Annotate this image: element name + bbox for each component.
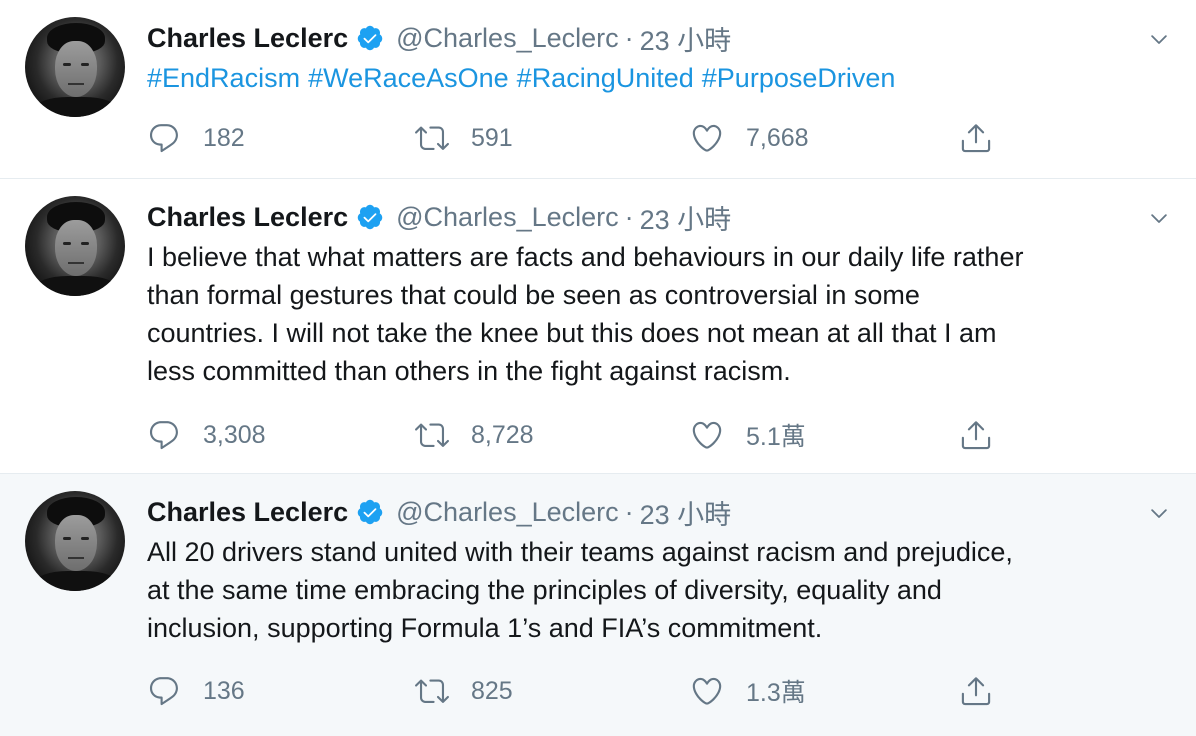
- tweet-text: All 20 drivers stand united with their t…: [147, 533, 1167, 647]
- hashtag-link[interactable]: #EndRacism: [147, 63, 300, 93]
- avatar-mouth: [68, 557, 84, 559]
- verified-badge-icon: [356, 498, 384, 526]
- share-button[interactable]: [959, 671, 993, 711]
- tweet-actions: 136 825 1.3萬: [147, 671, 1007, 711]
- tweet-text-line: less committed than others in the fight …: [147, 356, 791, 386]
- chevron-down-icon[interactable]: [1148, 207, 1170, 229]
- avatar-eye: [81, 537, 89, 540]
- like-count: 1.3萬: [746, 679, 806, 707]
- tweet-text: #EndRacism #WeRaceAsOne #RacingUnited #Purp…: [147, 59, 1167, 97]
- retweet-button[interactable]: 8,728: [415, 415, 534, 455]
- separator: ·: [624, 496, 634, 527]
- comment-bubble-icon: [147, 418, 181, 452]
- author-name[interactable]: Charles Leclerc: [147, 23, 348, 54]
- retweet-count: 591: [471, 123, 513, 152]
- like-button[interactable]: 7,668: [690, 118, 809, 158]
- avatar-face: [55, 220, 97, 276]
- tweet-card[interactable]: Charles Leclerc @Charles_Leclerc · 23 小時…: [0, 179, 1196, 474]
- retweet-arrows-icon: [415, 674, 449, 708]
- reply-count: 182: [203, 123, 245, 152]
- heart-outline-icon: [690, 121, 724, 155]
- share-button[interactable]: [959, 415, 993, 455]
- avatar-eye: [81, 242, 89, 245]
- tweet-text-line: countries. I will not take the knee but …: [147, 318, 997, 348]
- verified-badge-icon: [356, 203, 384, 231]
- author-name[interactable]: Charles Leclerc: [147, 497, 348, 528]
- avatar-face: [55, 515, 97, 571]
- reply-button[interactable]: 136: [147, 671, 245, 711]
- reply-count: 136: [203, 676, 245, 705]
- hashtag-link[interactable]: #PurposeDriven: [702, 63, 896, 93]
- comment-bubble-icon: [147, 121, 181, 155]
- chevron-down-icon[interactable]: [1148, 28, 1170, 50]
- avatar-shoulders: [35, 276, 117, 296]
- retweet-arrows-icon: [415, 418, 449, 452]
- like-button[interactable]: 1.3萬: [690, 671, 806, 711]
- tweet-timestamp[interactable]: 23 小時: [640, 493, 732, 532]
- like-count: 7,668: [746, 123, 809, 152]
- tweet-header: Charles Leclerc @Charles_Leclerc · 23 小時: [147, 199, 731, 235]
- author-handle[interactable]: @Charles_Leclerc: [396, 497, 619, 528]
- like-button[interactable]: 5.1萬: [690, 415, 806, 455]
- tweet-timestamp[interactable]: 23 小時: [640, 19, 732, 58]
- retweet-count: 8,728: [471, 420, 534, 449]
- share-upload-icon: [959, 121, 993, 155]
- tweet-header: Charles Leclerc @Charles_Leclerc · 23 小時: [147, 494, 731, 530]
- retweet-count: 825: [471, 676, 513, 705]
- like-count: 5.1萬: [746, 423, 806, 451]
- author-name[interactable]: Charles Leclerc: [147, 202, 348, 233]
- tweet-card[interactable]: Charles Leclerc @Charles_Leclerc · 23 小時…: [0, 474, 1196, 736]
- tweet-card[interactable]: Charles Leclerc @Charles_Leclerc · 23 小時…: [0, 0, 1196, 179]
- retweet-arrows-icon: [415, 121, 449, 155]
- tweet-header: Charles Leclerc @Charles_Leclerc · 23 小時: [147, 20, 731, 56]
- avatar[interactable]: [25, 491, 125, 591]
- tweet-text-line: at the same time embracing the principle…: [147, 575, 942, 605]
- tweet-actions: 182 591 7,668: [147, 118, 1007, 158]
- author-handle[interactable]: @Charles_Leclerc: [396, 202, 619, 233]
- avatar-eye: [81, 63, 89, 66]
- tweet-actions: 3,308 8,728 5.1萬: [147, 415, 1007, 455]
- heart-outline-icon: [690, 674, 724, 708]
- avatar-shoulders: [35, 571, 117, 591]
- hashtag-link[interactable]: #RacingUnited: [517, 63, 694, 93]
- avatar-eye: [63, 537, 71, 540]
- avatar[interactable]: [25, 196, 125, 296]
- avatar-mouth: [68, 83, 84, 85]
- separator: ·: [624, 201, 634, 232]
- avatar[interactable]: [25, 17, 125, 117]
- tweet-text-line: I believe that what matters are facts an…: [147, 242, 1024, 272]
- avatar-mouth: [68, 262, 84, 264]
- share-button[interactable]: [959, 118, 993, 158]
- avatar-face: [55, 41, 97, 97]
- reply-button[interactable]: 3,308: [147, 415, 266, 455]
- heart-outline-icon: [690, 418, 724, 452]
- retweet-button[interactable]: 591: [415, 118, 513, 158]
- author-handle[interactable]: @Charles_Leclerc: [396, 23, 619, 54]
- tweet-text-line: All 20 drivers stand united with their t…: [147, 537, 1013, 567]
- retweet-button[interactable]: 825: [415, 671, 513, 711]
- chevron-down-icon[interactable]: [1148, 502, 1170, 524]
- avatar-shoulders: [35, 97, 117, 117]
- reply-button[interactable]: 182: [147, 118, 245, 158]
- separator: ·: [624, 22, 634, 53]
- tweet-text-line: inclusion, supporting Formula 1’s and FI…: [147, 613, 823, 643]
- tweet-timestamp[interactable]: 23 小時: [640, 198, 732, 237]
- tweet-text-line: than formal gestures that could be seen …: [147, 280, 920, 310]
- verified-badge-icon: [356, 24, 384, 52]
- share-upload-icon: [959, 674, 993, 708]
- share-upload-icon: [959, 418, 993, 452]
- avatar-eye: [63, 63, 71, 66]
- comment-bubble-icon: [147, 674, 181, 708]
- tweet-text: I believe that what matters are facts an…: [147, 238, 1167, 390]
- hashtag-link[interactable]: #WeRaceAsOne: [308, 63, 509, 93]
- reply-count: 3,308: [203, 420, 266, 449]
- avatar-eye: [63, 242, 71, 245]
